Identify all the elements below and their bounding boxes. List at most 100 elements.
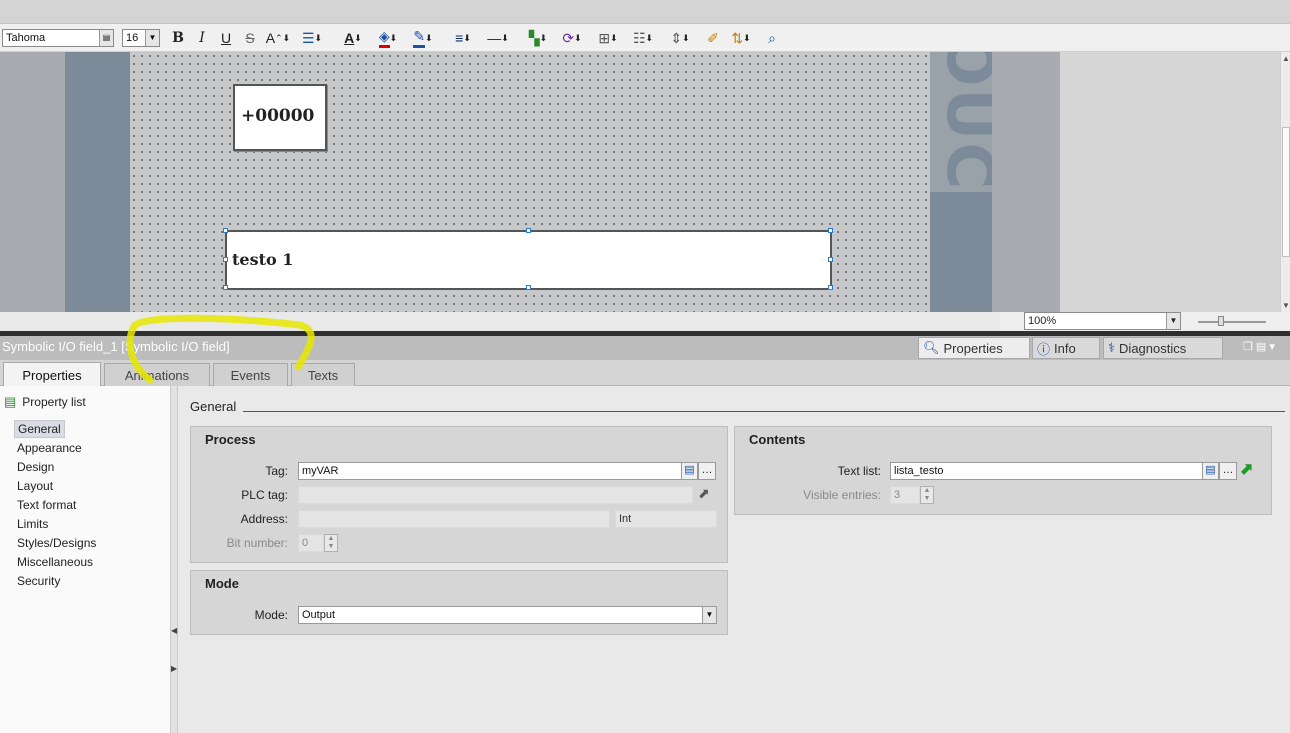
tag-field[interactable]: myVAR bbox=[298, 462, 688, 480]
tag-label: Tag: bbox=[265, 464, 288, 478]
property-item-security[interactable]: Security bbox=[14, 573, 63, 589]
resize-handle[interactable] bbox=[828, 257, 833, 262]
resize-handle[interactable] bbox=[828, 285, 833, 290]
tab-label: Diagnostics bbox=[1119, 340, 1187, 356]
resize-handle[interactable] bbox=[223, 228, 228, 233]
tab-properties-inspector[interactable]: 🔍︎ Properties bbox=[918, 337, 1030, 359]
info-icon: ⓘ bbox=[1037, 341, 1051, 357]
scroll-down-icon[interactable]: ▼ bbox=[1282, 301, 1290, 310]
screen-edge bbox=[992, 52, 1060, 312]
symbolic-io-field[interactable]: testo 1 bbox=[225, 230, 832, 290]
text-list-field[interactable]: lista_testo bbox=[890, 462, 1220, 480]
distribute-icon[interactable]: ☷ ⬇ bbox=[628, 28, 658, 48]
collapse-right-icon[interactable]: ▶ bbox=[171, 664, 177, 673]
chevron-down-icon[interactable]: ▼ bbox=[702, 607, 716, 623]
inspector-title: Symbolic I/O field_1 [Symbolic I/O field… bbox=[2, 339, 230, 354]
format-painter-icon[interactable]: ✐ bbox=[703, 28, 723, 48]
tab-properties[interactable]: Properties bbox=[3, 362, 101, 387]
go-to-arrow-icon[interactable]: ⬈ bbox=[1240, 459, 1253, 479]
plc-tag-label: PLC tag: bbox=[241, 488, 288, 502]
font-size-value: 16 bbox=[126, 32, 139, 44]
strikethrough-button[interactable]: S bbox=[242, 28, 258, 48]
align-objects-icon[interactable]: ⊞ ⬇ bbox=[593, 28, 623, 48]
font-name-select[interactable]: Tahoma ▤ bbox=[2, 29, 114, 47]
screen-right-panel-lower bbox=[930, 192, 992, 312]
font-name-value: Tahoma bbox=[6, 32, 46, 44]
tab-animations[interactable]: Animations bbox=[104, 363, 210, 386]
resize-handle[interactable] bbox=[223, 257, 228, 262]
text-list-value: lista_testo bbox=[894, 465, 944, 477]
group-icon[interactable]: ▚ ⬇ bbox=[523, 28, 553, 48]
panel-collapse-bar[interactable]: ◀ ▶ bbox=[171, 386, 178, 733]
title-strip bbox=[0, 0, 1290, 24]
property-item-text-format[interactable]: Text format bbox=[14, 497, 79, 513]
text-list-label: Text list: bbox=[837, 464, 881, 478]
font-size-select[interactable]: 16 ▼ bbox=[122, 29, 160, 47]
io-field[interactable]: +00000 bbox=[233, 84, 327, 151]
resize-handle[interactable] bbox=[828, 228, 833, 233]
tab-info[interactable]: ⓘ Info bbox=[1032, 337, 1100, 359]
resize-handle[interactable] bbox=[526, 228, 531, 233]
property-item-appearance[interactable]: Appearance bbox=[14, 440, 85, 456]
spacing-icon[interactable]: ⇕ ⬇ bbox=[665, 28, 695, 48]
property-item-limits[interactable]: Limits bbox=[14, 516, 51, 532]
visible-entries-field: 3 bbox=[890, 486, 920, 504]
screen-left-bar bbox=[65, 52, 130, 312]
property-item-layout[interactable]: Layout bbox=[14, 478, 56, 494]
scroll-up-icon[interactable]: ▲ bbox=[1282, 54, 1290, 63]
contents-title: Contents bbox=[749, 432, 806, 447]
zoom-slider-knob[interactable] bbox=[1218, 316, 1224, 326]
section-divider bbox=[243, 411, 1285, 412]
address-field bbox=[298, 510, 610, 528]
line-style-icon[interactable]: — ⬇ bbox=[483, 28, 513, 48]
property-list-header[interactable]: ▤ Property list bbox=[4, 394, 86, 410]
zoom-select[interactable]: 100% ▼ bbox=[1024, 312, 1181, 330]
property-item-miscellaneous[interactable]: Miscellaneous bbox=[14, 554, 96, 570]
screen-editor-canvas[interactable]: OUCH +00000 testo 1 bbox=[0, 52, 1280, 312]
zoom-value: 100% bbox=[1028, 315, 1057, 327]
line-weight-icon[interactable]: ≡ ⬇ bbox=[448, 28, 478, 48]
process-title: Process bbox=[205, 432, 256, 447]
resize-handle[interactable] bbox=[223, 285, 228, 290]
bold-button[interactable]: B bbox=[170, 28, 186, 48]
tag-browse-button[interactable]: … bbox=[698, 462, 716, 480]
underline-button[interactable]: U bbox=[218, 28, 234, 48]
align-center-icon[interactable]: ☰ ⬇ bbox=[298, 28, 326, 48]
text-list-icon[interactable]: ▤ bbox=[1202, 462, 1219, 480]
mode-value: Output bbox=[302, 609, 336, 621]
rotate-icon[interactable]: ⟳ ⬇ bbox=[557, 28, 587, 48]
tag-list-icon[interactable]: ▤ bbox=[681, 462, 698, 480]
zoom-selection-icon[interactable]: ⌕ bbox=[762, 28, 782, 48]
italic-button[interactable]: I bbox=[194, 28, 210, 48]
zoom-slider-track[interactable] bbox=[1198, 321, 1266, 323]
mode-label: Mode: bbox=[254, 608, 288, 622]
text-list-browse-button[interactable]: … bbox=[1219, 462, 1237, 480]
line-color-icon[interactable]: ✎ ⬇ bbox=[408, 28, 438, 48]
tab-texts[interactable]: Texts bbox=[291, 363, 355, 386]
window-controls-icon[interactable]: ❐ ▤ ▾ bbox=[1243, 340, 1275, 353]
layer-icon[interactable]: ⇅ ⬇ bbox=[727, 28, 755, 48]
go-to-arrow-icon[interactable]: ⬈ bbox=[698, 485, 710, 502]
mode-select[interactable]: Output ▼ bbox=[298, 606, 717, 624]
property-item-styles-designs[interactable]: Styles/Designs bbox=[14, 535, 99, 551]
property-item-design[interactable]: Design bbox=[14, 459, 57, 475]
resize-handle[interactable] bbox=[526, 285, 531, 290]
property-list-panel: ▤ Property list General Appearance Desig… bbox=[0, 386, 171, 733]
text-size-up-icon[interactable]: A ⌃⬇ bbox=[264, 28, 292, 48]
collapse-left-icon[interactable]: ◀ bbox=[171, 626, 177, 635]
property-item-general[interactable]: General bbox=[14, 420, 65, 438]
chevron-down-icon[interactable]: ▼ bbox=[145, 30, 159, 46]
list-icon[interactable]: ▤ bbox=[99, 30, 113, 46]
vertical-scrollbar[interactable]: ▲ ▼ bbox=[1280, 52, 1290, 312]
address-label: Address: bbox=[240, 512, 288, 526]
fill-color-icon[interactable]: ◈ ⬇ bbox=[373, 28, 403, 48]
font-color-icon[interactable]: A ⬇ bbox=[338, 28, 368, 48]
tab-events[interactable]: Events bbox=[213, 363, 288, 386]
address-type-field: Int bbox=[615, 510, 717, 528]
symbolic-io-field-text: testo 1 bbox=[232, 250, 294, 269]
scrollbar-thumb[interactable] bbox=[1282, 127, 1290, 257]
bit-number-spinner-icon: ▲ ▼ bbox=[324, 534, 338, 552]
process-group: Process Tag: myVAR ▤ … PLC tag: ⬈ Addres… bbox=[190, 426, 728, 563]
chevron-down-icon[interactable]: ▼ bbox=[1166, 313, 1180, 329]
tab-diagnostics[interactable]: ⚕ Diagnostics bbox=[1103, 337, 1223, 359]
